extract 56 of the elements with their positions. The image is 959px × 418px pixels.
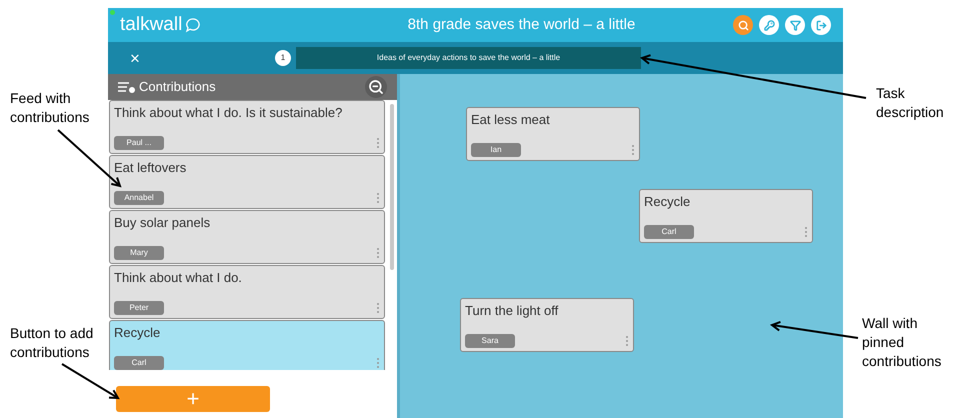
more-icon[interactable] [376,247,380,259]
contribution-card[interactable]: Eat leftovers Annabel [109,155,385,209]
author-tag: Paul ... [114,136,164,150]
close-button[interactable]: × [128,50,142,66]
feed-title: Contributions [139,78,217,96]
logout-icon [816,20,826,30]
pointer-arrow [61,363,120,400]
annotation-label: Button to add contributions [10,324,94,362]
contribution-card[interactable]: Turn the light off Sara [460,298,634,352]
zoom-out-button[interactable] [365,76,387,98]
wall-title: 8th grade saves the world – a little [406,14,636,35]
annotation-label: Feed with contributions [10,89,90,127]
author-tag: Carl [644,225,694,239]
author-tag: Carl [114,356,164,370]
key-icon [764,20,774,30]
contribution-text: Buy solar panels [114,214,212,232]
filter-button[interactable] [785,15,805,35]
zoom-out-icon [368,79,384,95]
author-tag: Annabel [114,191,164,205]
contribution-text: Turn the light off [465,302,560,320]
contribution-text: Eat leftovers [114,159,188,177]
contribution-card[interactable]: Think about what I do. Peter [109,265,385,319]
more-icon[interactable] [631,144,635,156]
contribution-text: Think about what I do. Is it sustainable? [114,104,344,122]
author-tag: Ian [471,143,521,157]
task-description: Ideas of everyday actions to save the world – a little [296,47,641,69]
author-tag: Sara [465,334,515,348]
contribution-card[interactable]: Buy solar panels Mary [109,210,385,264]
more-icon[interactable] [376,302,380,314]
search-button[interactable] [733,15,753,35]
contribution-text: Eat less meat [471,111,551,129]
contribution-text: Recycle [644,193,692,211]
scrollbar[interactable] [390,104,394,270]
more-icon[interactable] [376,192,380,204]
search-icon [738,20,748,30]
annotation-label: Task description [876,84,945,122]
more-icon[interactable] [376,137,380,149]
contribution-card[interactable]: Eat less meat Ian [466,107,640,161]
filter-icon [790,20,800,30]
contribution-card[interactable]: Recycle Carl [109,320,385,370]
more-icon[interactable] [804,226,808,238]
contribution-card[interactable]: Recycle Carl [639,189,813,243]
key-button[interactable] [759,15,779,35]
contribution-text: Recycle [114,324,162,342]
task-count-badge: 1 [275,50,291,66]
feed-menu-icon [118,81,136,93]
contribution-text: Think about what I do. [114,269,243,287]
more-icon[interactable] [625,335,629,347]
contribution-card[interactable]: Think about what I do. Is it sustainable? Paul ... [109,100,385,154]
author-tag: Mary [114,246,164,260]
annotation-label: Wall with pinned contributions [862,314,942,371]
app-logo: talkwall [120,12,182,37]
more-icon[interactable] [376,357,380,369]
logout-button[interactable] [811,15,831,35]
author-tag: Peter [114,301,164,315]
speech-bubble-icon [185,17,202,33]
